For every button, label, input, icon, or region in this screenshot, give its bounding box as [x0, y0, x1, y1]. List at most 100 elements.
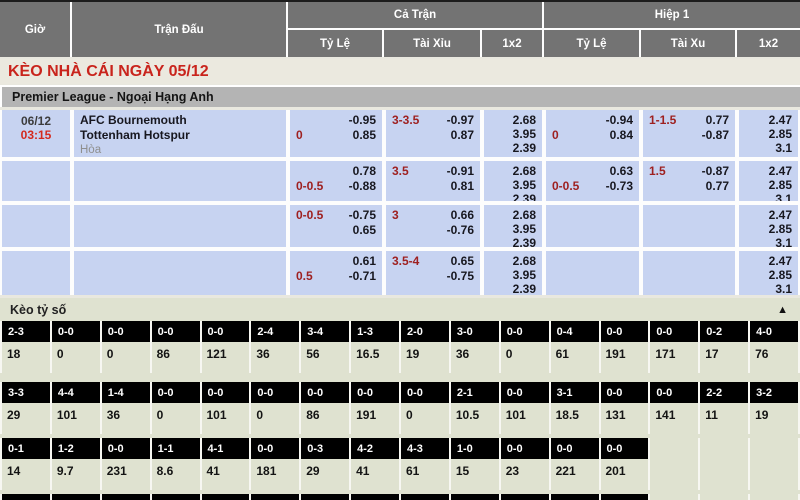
score-cell: 3-1	[551, 382, 599, 403]
score-column: 3-329	[2, 382, 50, 434]
odds-value: 3.1	[775, 236, 792, 247]
score-row: 0-1141-29.70-02311-18.64-1410-01810-3294…	[0, 438, 800, 490]
score-column: 3-036	[451, 321, 499, 373]
score-column: 4-076	[750, 321, 798, 373]
score-cell: 3-2	[750, 382, 798, 403]
match-cell[interactable]: AFC BournemouthTottenham HotspurHòa	[74, 110, 286, 157]
score-column: 2-110.5	[451, 382, 499, 434]
odds-cell-ft-handicap: 0.610.5-0.71	[290, 251, 382, 295]
score-cell: 0-0	[251, 382, 299, 403]
odds-cell-h1-1x2: 2.472.853.1	[739, 251, 798, 295]
score-odds-value: 171	[650, 342, 698, 373]
score-cell: 4-0	[750, 321, 798, 342]
score-cell: 0-0	[351, 382, 399, 403]
odds-cell-h1-1x2: 2.472.853.1	[739, 161, 798, 201]
score-cell: 0-0	[102, 321, 150, 342]
odds-line-label: 0	[296, 128, 303, 143]
score-cell: 2-1	[451, 382, 499, 403]
odds-value: 2.39	[513, 141, 536, 155]
header-full-handicap: Tỷ Lệ	[288, 30, 382, 57]
odds-line-label: 0-0.5	[296, 208, 323, 223]
score-odds-value: 41	[202, 459, 250, 490]
score-odds-value: 201	[601, 459, 649, 490]
odds-cell-h1-overunder: 1-1.50.77-0.87	[643, 110, 735, 157]
score-odds-value: 101	[202, 403, 250, 434]
odds-line-label: 1.5	[649, 164, 666, 179]
score-odds-value: 191	[601, 342, 649, 373]
odds-cell-ft-handicap: 0-0.5-0.750.65	[290, 205, 382, 247]
score-column: 0-0191	[351, 382, 399, 434]
collapse-arrow-icon[interactable]: ▲	[777, 304, 788, 316]
odds-value: -0.97	[447, 113, 474, 128]
score-odds-value: 18.5	[551, 403, 599, 434]
score-cell	[202, 494, 250, 500]
score-odds-value: 9.7	[52, 459, 100, 490]
odds-value: 0.66	[451, 208, 474, 223]
away-team-name: Tottenham Hotspur	[80, 128, 280, 143]
score-odds-value: 15	[451, 459, 499, 490]
odds-value: 0.77	[706, 179, 729, 194]
score-odds-value: 0	[251, 403, 299, 434]
score-column: 0-217	[700, 321, 748, 373]
odds-value: 0.65	[353, 223, 376, 238]
time-cell: 06/1203:15	[2, 110, 70, 157]
score-odds-value: 56	[301, 342, 349, 373]
score-column: 0-023	[501, 438, 549, 490]
score-odds-value: 14	[2, 459, 50, 490]
score-cell	[551, 494, 599, 500]
score-column: 0-00	[501, 321, 549, 373]
odds-cell-ft-overunder: 3.5-0.910.81	[386, 161, 480, 201]
score-cell: 4-2	[351, 438, 399, 459]
row-gap	[0, 373, 800, 382]
score-column: 0-0121	[202, 321, 250, 373]
score-row-cutoff	[0, 494, 800, 500]
odds-value: 3.1	[775, 141, 792, 155]
odds-value: 2.47	[769, 113, 792, 127]
score-odds-value	[650, 459, 698, 490]
score-odds-value: 29	[2, 403, 50, 434]
score-cell	[501, 494, 549, 500]
odds-cell-ft-overunder: 3.5-40.65-0.75	[386, 251, 480, 295]
score-column: 0-0171	[650, 321, 698, 373]
score-column: 0-086	[301, 382, 349, 434]
header-col-time: Giờ	[0, 2, 70, 57]
score-row: 2-3180-000-000-0860-01212-4363-4561-316.…	[0, 321, 800, 373]
home-team-name: AFC Bournemouth	[80, 113, 280, 128]
score-cell: 0-0	[152, 382, 200, 403]
match-time: 03:15	[21, 128, 52, 142]
score-column: 0-461	[551, 321, 599, 373]
odds-value: 2.47	[769, 208, 792, 222]
score-cell	[601, 494, 649, 500]
score-cell: 4-3	[401, 438, 449, 459]
score-column: 2-019	[401, 321, 449, 373]
score-column: 0-0181	[251, 438, 299, 490]
score-cell: 0-2	[700, 321, 748, 342]
score-odds-value: 191	[351, 403, 399, 434]
odds-value: 0.63	[610, 164, 633, 179]
score-odds-value: 101	[52, 403, 100, 434]
score-odds-value: 0	[152, 403, 200, 434]
score-odds-value: 61	[551, 342, 599, 373]
draw-label: Hòa	[80, 143, 280, 157]
odds-value: -0.87	[702, 164, 729, 179]
odds-value: -0.94	[606, 113, 633, 128]
score-cell: 1-4	[102, 382, 150, 403]
odds-value: 2.68	[513, 113, 536, 127]
score-column: 3-118.5	[551, 382, 599, 434]
score-odds-value: 17	[700, 342, 748, 373]
score-odds-value: 101	[501, 403, 549, 434]
odds-value: -0.88	[349, 179, 376, 194]
header-half-overunder: Tài Xu	[641, 30, 735, 57]
score-cell: 0-0	[501, 321, 549, 342]
score-cell	[351, 494, 399, 500]
score-cell: 0-0	[202, 321, 250, 342]
odds-row: 06/1203:15AFC BournemouthTottenham Hotsp…	[2, 110, 798, 157]
score-column: 0-00	[52, 321, 100, 373]
score-odds-value: 19	[750, 403, 798, 434]
score-cell	[251, 494, 299, 500]
odds-cell-ft-1x2: 2.683.952.39	[484, 251, 542, 295]
odds-cell-h1-overunder	[643, 251, 735, 295]
odds-cell-ft-1x2: 2.683.952.39	[484, 161, 542, 201]
odds-cell-h1-overunder	[643, 205, 735, 247]
odds-value: 0.65	[451, 254, 474, 269]
